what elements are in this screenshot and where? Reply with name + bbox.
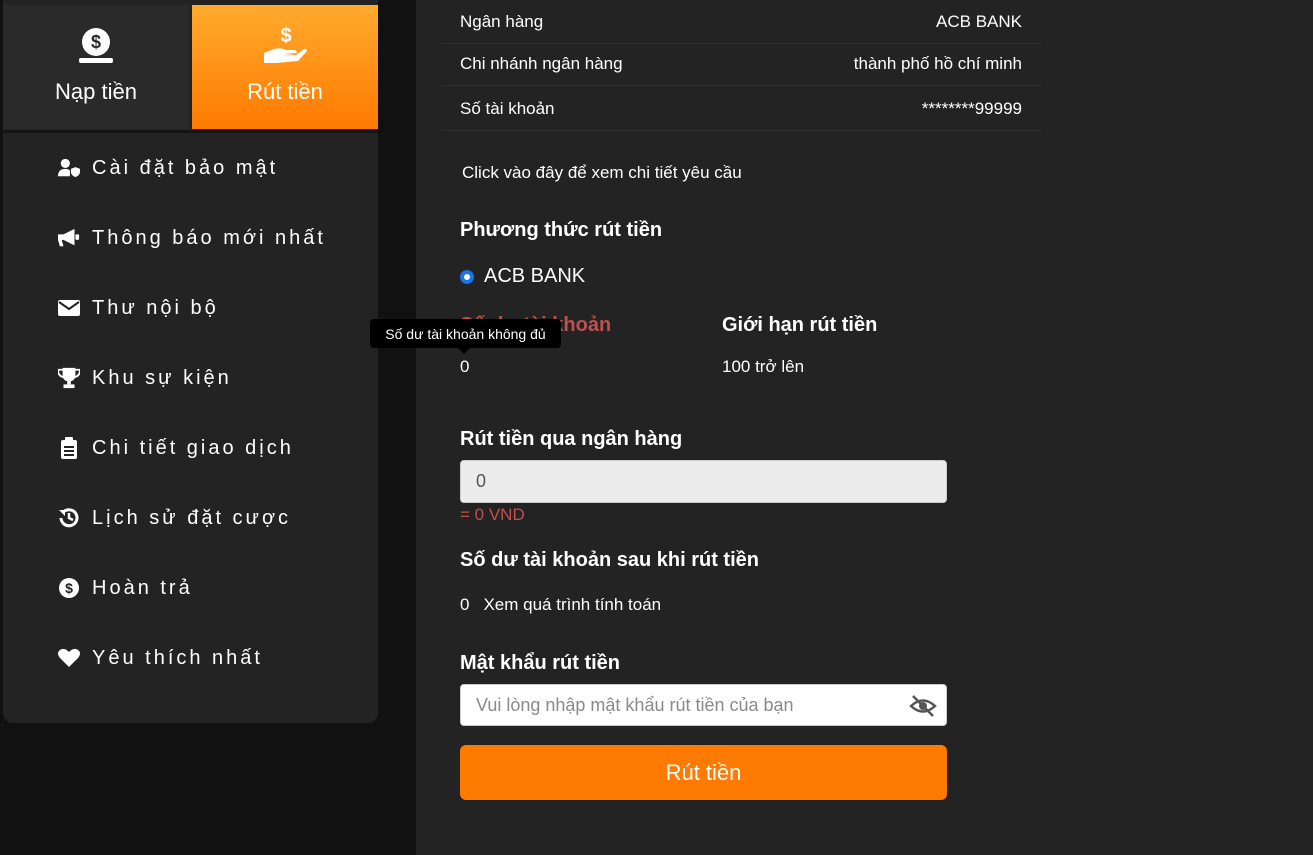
account-sidebar: $ Nạp tiền $ Rút tiền Cài đặt bảo mật Th… xyxy=(3,0,378,723)
dollar-circle-icon: $ xyxy=(58,577,80,599)
withdraw-method-heading: Phương thức rút tiền xyxy=(460,219,663,241)
bank-branch-value: thành phố hồ chí minh xyxy=(853,53,1022,73)
method-option-acb[interactable]: ACB BANK xyxy=(460,265,585,288)
method-option-label: ACB BANK xyxy=(484,265,586,287)
sidebar-menu: Cài đặt bảo mật Thông báo mới nhất Thư n… xyxy=(3,133,378,693)
bank-withdraw-heading: Rút tiền qua ngân hàng xyxy=(460,428,683,450)
after-balance-row: 0 Xem quá trình tính toán xyxy=(460,595,661,615)
password-heading: Mật khẩu rút tiền xyxy=(460,652,621,674)
balance-tooltip: Số dư tài khoản không đủ xyxy=(370,319,561,354)
sidebar-item-rebate[interactable]: $ Hoàn trả xyxy=(3,553,378,623)
sidebar-item-security[interactable]: Cài đặt bảo mật xyxy=(3,133,378,203)
after-balance-heading: Số dư tài khoản sau khi rút tiền xyxy=(460,549,759,571)
heart-icon xyxy=(58,647,80,669)
sidebar-item-bet-history[interactable]: Lịch sử đặt cược xyxy=(3,483,378,553)
trophy-icon xyxy=(58,367,80,389)
password-field xyxy=(460,684,947,726)
tab-deposit-label: Nạp tiền xyxy=(55,79,137,104)
limit-value: 100 trở lên xyxy=(722,357,805,376)
tab-deposit[interactable]: $ Nạp tiền xyxy=(3,5,189,129)
bank-name-row: Ngân hàng ACB BANK xyxy=(441,0,1041,44)
amount-input[interactable] xyxy=(460,460,947,503)
converted-amount: = 0 VND xyxy=(460,505,525,524)
sidebar-item-label: Lịch sử đặt cược xyxy=(92,506,292,529)
svg-text:$: $ xyxy=(65,580,73,596)
calculation-link[interactable]: Xem quá trình tính toán xyxy=(483,595,661,615)
sidebar-item-label: Cài đặt bảo mật xyxy=(92,156,279,179)
eye-slash-icon[interactable] xyxy=(909,692,937,720)
withdraw-submit-button[interactable]: Rút tiền xyxy=(460,745,947,800)
sidebar-item-events[interactable]: Khu sự kiện xyxy=(3,343,378,413)
dollar-coin-icon: $ xyxy=(79,28,113,63)
tab-withdraw[interactable]: $ Rút tiền xyxy=(192,5,378,129)
after-balance-value: 0 xyxy=(460,595,470,614)
history-icon xyxy=(58,507,80,529)
bank-name-label: Ngân hàng xyxy=(460,11,544,31)
balance-value: 0 xyxy=(460,357,470,376)
request-details-link[interactable]: Click vào đây để xem chi tiết yêu cầu xyxy=(462,163,742,183)
clipboard-icon xyxy=(58,437,80,459)
bank-branch-label: Chi nhánh ngân hàng xyxy=(460,53,623,73)
hand-dollar-icon: $ xyxy=(264,25,307,63)
svg-text:$: $ xyxy=(91,32,101,52)
megaphone-icon xyxy=(58,227,80,249)
tab-withdraw-label: Rút tiền xyxy=(247,79,323,104)
limit-heading: Giới hạn rút tiền xyxy=(722,314,878,336)
sidebar-item-favorites[interactable]: Yêu thích nhất xyxy=(3,623,378,693)
sidebar-item-inbox[interactable]: Thư nội bộ xyxy=(3,273,378,343)
account-number-label: Số tài khoản xyxy=(460,98,555,118)
svg-text:$: $ xyxy=(280,25,291,47)
bank-name-value: ACB BANK xyxy=(936,11,1022,31)
sidebar-item-label: Yêu thích nhất xyxy=(92,646,263,669)
sidebar-item-label: Chi tiết giao dịch xyxy=(92,436,294,459)
sidebar-item-label: Khu sự kiện xyxy=(92,366,232,389)
withdraw-panel: Ngân hàng ACB BANK Chi nhánh ngân hàng t… xyxy=(416,0,1313,855)
account-number-value: ********99999 xyxy=(921,98,1022,118)
sidebar-item-label: Thư nội bộ xyxy=(92,296,219,319)
sidebar-item-transactions[interactable]: Chi tiết giao dịch xyxy=(3,413,378,483)
user-shield-icon xyxy=(58,157,80,179)
account-number-row: Số tài khoản ********99999 xyxy=(441,87,1041,131)
method-radio[interactable] xyxy=(460,269,474,284)
bank-branch-row: Chi nhánh ngân hàng thành phố hồ chí min… xyxy=(441,42,1041,86)
sidebar-item-notifications[interactable]: Thông báo mới nhất xyxy=(3,203,378,273)
sidebar-item-label: Hoàn trả xyxy=(92,576,193,599)
password-input[interactable] xyxy=(461,685,901,725)
sidebar-item-label: Thông báo mới nhất xyxy=(92,226,326,249)
envelope-icon xyxy=(58,297,80,319)
